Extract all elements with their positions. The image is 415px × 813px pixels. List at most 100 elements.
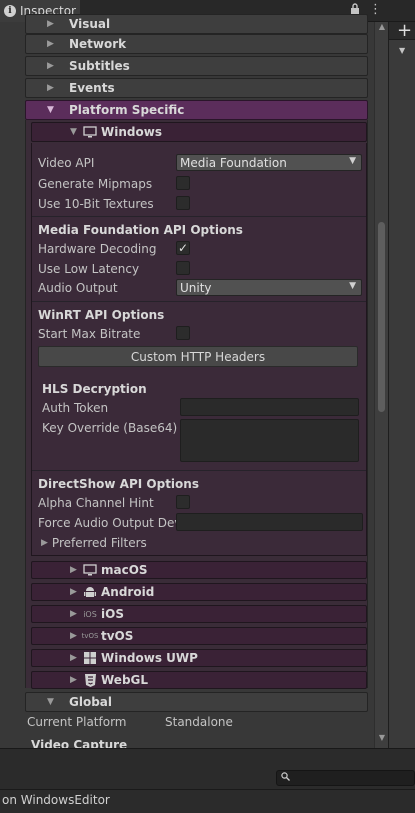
alpha-channel-hint-label: Alpha Channel Hint xyxy=(38,496,154,510)
monitor-icon xyxy=(82,126,98,138)
collapse-arrow-icon: ▼ xyxy=(47,105,54,115)
section-visual-label: Visual xyxy=(69,17,111,31)
scrollbar-thumb[interactable] xyxy=(378,222,385,412)
start-max-bitrate-checkbox[interactable] xyxy=(176,326,190,340)
html5-icon xyxy=(82,673,98,687)
platform-webgl-header[interactable]: ▶ WebGL xyxy=(31,671,367,689)
expand-arrow-icon: ▶ xyxy=(70,631,77,641)
expand-arrow-icon: ▶ xyxy=(70,565,77,575)
divider xyxy=(32,216,366,217)
section-events[interactable]: ▶ Events xyxy=(25,78,368,98)
expand-arrow-icon: ▶ xyxy=(41,538,48,548)
section-video-capture-label: Video Capture xyxy=(31,738,128,748)
audio-output-value: Unity xyxy=(180,280,212,295)
adjacent-panel-header: + xyxy=(389,22,415,40)
winrt-options-title: WinRT API Options xyxy=(38,308,165,322)
android-icon xyxy=(82,586,98,599)
platform-webgl-label: WebGL xyxy=(101,673,149,687)
expand-arrow-icon: ▶ xyxy=(70,675,77,685)
force-audio-output-label: Force Audio Output Devi xyxy=(38,516,176,530)
expand-arrow-icon: ▶ xyxy=(47,19,54,29)
platform-ios-label: iOS xyxy=(101,607,124,621)
force-audio-output-input[interactable] xyxy=(176,513,363,531)
section-events-label: Events xyxy=(69,81,115,95)
bottom-panel: on WindowsEditor xyxy=(0,748,415,813)
ios-icon: iOS xyxy=(83,609,97,619)
generate-mipmaps-checkbox[interactable] xyxy=(176,176,190,190)
mf-options-title: Media Foundation API Options xyxy=(38,223,243,237)
divider xyxy=(0,789,415,790)
hls-decryption-title: HLS Decryption xyxy=(42,382,147,396)
auth-token-label: Auth Token xyxy=(42,401,109,415)
platform-windows-uwp-header[interactable]: ▶ Windows UWP xyxy=(31,649,367,667)
search-input[interactable] xyxy=(276,770,415,786)
expand-arrow-icon: ▶ xyxy=(47,39,54,49)
auth-token-input[interactable] xyxy=(180,398,359,416)
hardware-decoding-checkbox[interactable]: ✓ xyxy=(176,241,190,255)
platform-ios-header[interactable]: ▶ iOS iOS xyxy=(31,605,367,623)
expand-arrow-icon: ▶ xyxy=(70,609,77,619)
preferred-filters-foldout[interactable]: ▶ Preferred Filters xyxy=(41,536,147,550)
use-10bit-checkbox[interactable] xyxy=(176,196,190,210)
collapse-arrow-icon: ▼ xyxy=(47,697,54,707)
monitor-icon xyxy=(82,564,98,576)
section-network[interactable]: ▶ Network xyxy=(25,34,368,54)
video-api-value: Media Foundation xyxy=(180,155,287,170)
windows-logo-icon xyxy=(82,652,98,664)
platform-macos-header[interactable]: ▶ macOS xyxy=(31,561,367,579)
expand-arrow-icon: ▶ xyxy=(70,653,77,663)
dropdown-arrow-icon: ▼ xyxy=(349,156,356,166)
divider xyxy=(32,470,366,471)
kebab-menu-icon[interactable]: ⋮ xyxy=(369,2,382,18)
current-platform-value: Standalone xyxy=(165,715,233,729)
section-platform-specific[interactable]: ▼ Platform Specific xyxy=(25,100,368,120)
platform-macos-label: macOS xyxy=(101,563,148,577)
audio-output-dropdown[interactable]: Unity ▼ xyxy=(176,279,362,296)
directshow-options-title: DirectShow API Options xyxy=(38,477,199,491)
platform-windows-header[interactable]: ▼ Windows xyxy=(31,122,367,142)
adjacent-panel: + ▼ xyxy=(388,22,415,748)
low-latency-checkbox[interactable] xyxy=(176,261,190,275)
tvos-icon: tvOS xyxy=(81,632,99,640)
platform-android-label: Android xyxy=(101,585,155,599)
section-global-label: Global xyxy=(69,695,113,709)
expand-arrow-icon: ▶ xyxy=(47,83,54,93)
custom-http-headers-button[interactable]: Custom HTTP Headers xyxy=(38,346,358,367)
preferred-filters-label: Preferred Filters xyxy=(51,536,147,550)
scroll-up-arrow-icon[interactable]: ▲ xyxy=(375,22,389,34)
checkmark-icon: ✓ xyxy=(177,241,189,255)
key-override-label: Key Override (Base64) xyxy=(42,421,178,435)
section-subtitles[interactable]: ▶ Subtitles xyxy=(25,56,368,76)
platform-windows-uwp-label: Windows UWP xyxy=(101,651,198,665)
platform-tvos-header[interactable]: ▶ tvOS tvOS xyxy=(31,627,367,645)
platform-windows-label: Windows xyxy=(101,125,162,139)
expand-arrow-icon: ▶ xyxy=(70,587,77,597)
low-latency-label: Use Low Latency xyxy=(38,262,140,276)
hardware-decoding-label: Hardware Decoding xyxy=(38,242,157,256)
add-icon[interactable]: + xyxy=(397,22,412,40)
video-api-dropdown[interactable]: Media Foundation ▼ xyxy=(176,154,362,171)
search-icon xyxy=(281,772,290,784)
divider xyxy=(32,301,366,302)
section-global[interactable]: ▼ Global xyxy=(25,692,368,712)
alpha-channel-hint-checkbox[interactable] xyxy=(176,495,190,509)
key-override-textarea[interactable] xyxy=(180,419,359,462)
use-10bit-label: Use 10-Bit Textures xyxy=(38,197,154,211)
scroll-down-arrow-icon[interactable]: ▼ xyxy=(375,733,389,745)
info-icon: i xyxy=(4,5,16,17)
section-subtitles-label: Subtitles xyxy=(69,59,130,73)
section-platform-specific-label: Platform Specific xyxy=(69,103,185,117)
vertical-scrollbar[interactable]: ▲ ▼ xyxy=(374,22,388,748)
platform-tvos-label: tvOS xyxy=(101,629,134,643)
generate-mipmaps-label: Generate Mipmaps xyxy=(38,177,153,191)
audio-output-label: Audio Output xyxy=(38,281,118,295)
status-text: on WindowsEditor xyxy=(2,793,110,807)
section-network-label: Network xyxy=(69,37,127,51)
expand-arrow-icon: ▶ xyxy=(47,61,54,71)
video-api-label: Video API xyxy=(38,156,95,170)
current-platform-label: Current Platform xyxy=(27,715,127,729)
platform-android-header[interactable]: ▶ Android xyxy=(31,583,367,601)
dropdown-arrow-icon: ▼ xyxy=(349,281,356,291)
dropdown-arrow-icon[interactable]: ▼ xyxy=(399,46,405,55)
section-visual[interactable]: ▶ Visual xyxy=(25,14,368,34)
